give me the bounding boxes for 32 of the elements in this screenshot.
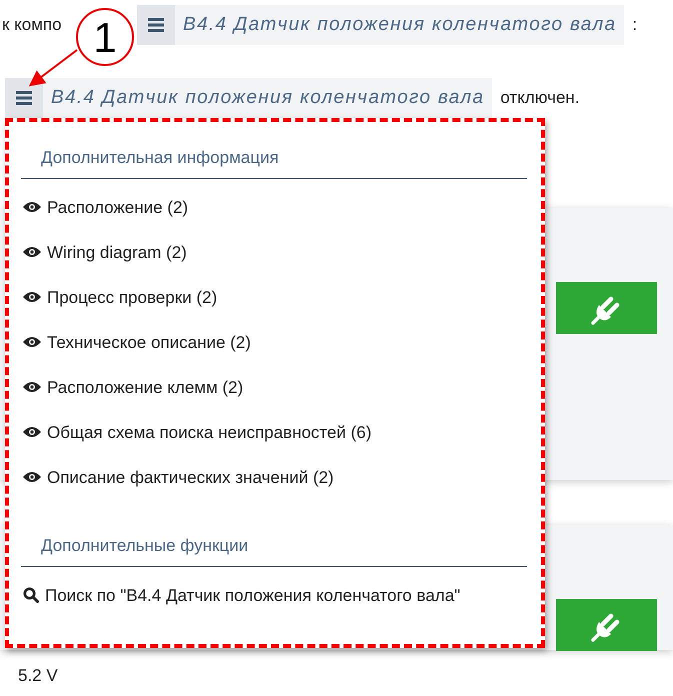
menu-item[interactable]: Техническое описание (2): [21, 320, 527, 365]
search-menu-item[interactable]: Поиск по "B4.4 Датчик положения коленчатого вала": [21, 573, 527, 611]
voltage-reading: 5.2 V: [17, 665, 59, 686]
eye-icon: [23, 426, 41, 438]
menu-item[interactable]: Описание фактических значений (2): [21, 455, 527, 500]
section-heading: Дополнительные функции: [21, 526, 527, 567]
eye-icon: [23, 291, 41, 303]
eye-icon: [23, 471, 41, 483]
eye-icon: [23, 381, 41, 393]
menu-button[interactable]: [137, 5, 175, 45]
status-text: отключен.: [500, 88, 580, 108]
eye-icon: [23, 336, 41, 348]
component-link[interactable]: B4.4 Датчик положения коленчатого вала: [43, 78, 492, 118]
menu-icon: [148, 18, 164, 32]
section-heading: Дополнительная информация: [21, 138, 527, 179]
menu-item[interactable]: Общая схема поиска неисправностей (6): [21, 410, 527, 455]
menu-icon: [16, 91, 32, 105]
colon-text: :: [632, 15, 638, 35]
menu-item[interactable]: Расположение клемм (2): [21, 365, 527, 410]
eye-icon: [23, 201, 41, 213]
menu-item[interactable]: Wiring diagram (2): [21, 230, 527, 275]
menu-item[interactable]: Процесс проверки (2): [21, 275, 527, 320]
menu-button[interactable]: [5, 78, 43, 118]
menu-item[interactable]: Расположение (2): [21, 185, 527, 230]
connect-button[interactable]: [556, 599, 657, 651]
callout-marker: 1: [76, 8, 134, 66]
callout-arrow: [28, 49, 78, 86]
component-link[interactable]: B4.4 Датчик положения коленчатого вала: [175, 5, 624, 45]
sentence-text: к компо: [2, 15, 63, 35]
search-icon: [23, 587, 39, 603]
connect-button[interactable]: [556, 282, 657, 334]
eye-icon: [23, 246, 41, 258]
